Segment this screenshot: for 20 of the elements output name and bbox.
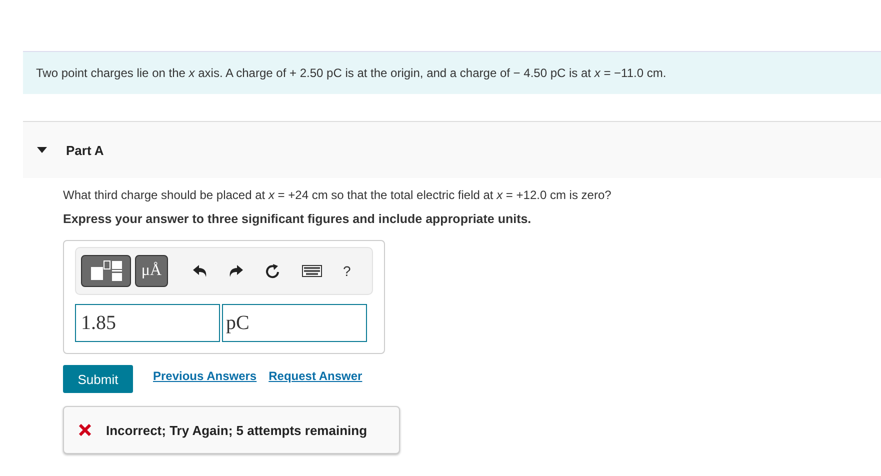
submit-button[interactable]: Submit — [63, 365, 133, 393]
templates-button[interactable] — [81, 255, 131, 287]
reset-icon[interactable] — [265, 263, 280, 279]
part-title: Part A — [66, 142, 104, 158]
close-icon — [79, 424, 91, 436]
units-input[interactable]: pC — [222, 304, 367, 342]
value-input[interactable]: 1.85 — [75, 304, 220, 342]
undo-icon[interactable] — [193, 264, 207, 278]
keyboard-icon[interactable] — [302, 265, 322, 277]
help-button[interactable]: ? — [337, 263, 357, 279]
problem-text: Two point charges lie on the x axis. A charge of + 2.50 pC is at the origin, and a charge of − 4.50 pC is at x = −11.0 cm. — [36, 66, 666, 80]
answer-link[interactable]: Request Answer — [268, 369, 362, 383]
answer-link[interactable]: Previous Answers — [153, 369, 257, 383]
feedback-text: Incorrect; Try Again; 5 attempts remaining — [106, 422, 368, 438]
redo-icon[interactable] — [229, 264, 243, 278]
instruction-text: Express your answer to three significant figures and include appropriate units. — [63, 212, 532, 226]
caret-icon — [37, 146, 47, 154]
part-header[interactable]: Part A — [23, 121, 881, 178]
question-text: What third charge should be placed at x = +24 cm so that the total electric field at x = +12.0 cm is zero? — [63, 188, 612, 202]
units-button[interactable]: μÅ — [135, 255, 168, 287]
